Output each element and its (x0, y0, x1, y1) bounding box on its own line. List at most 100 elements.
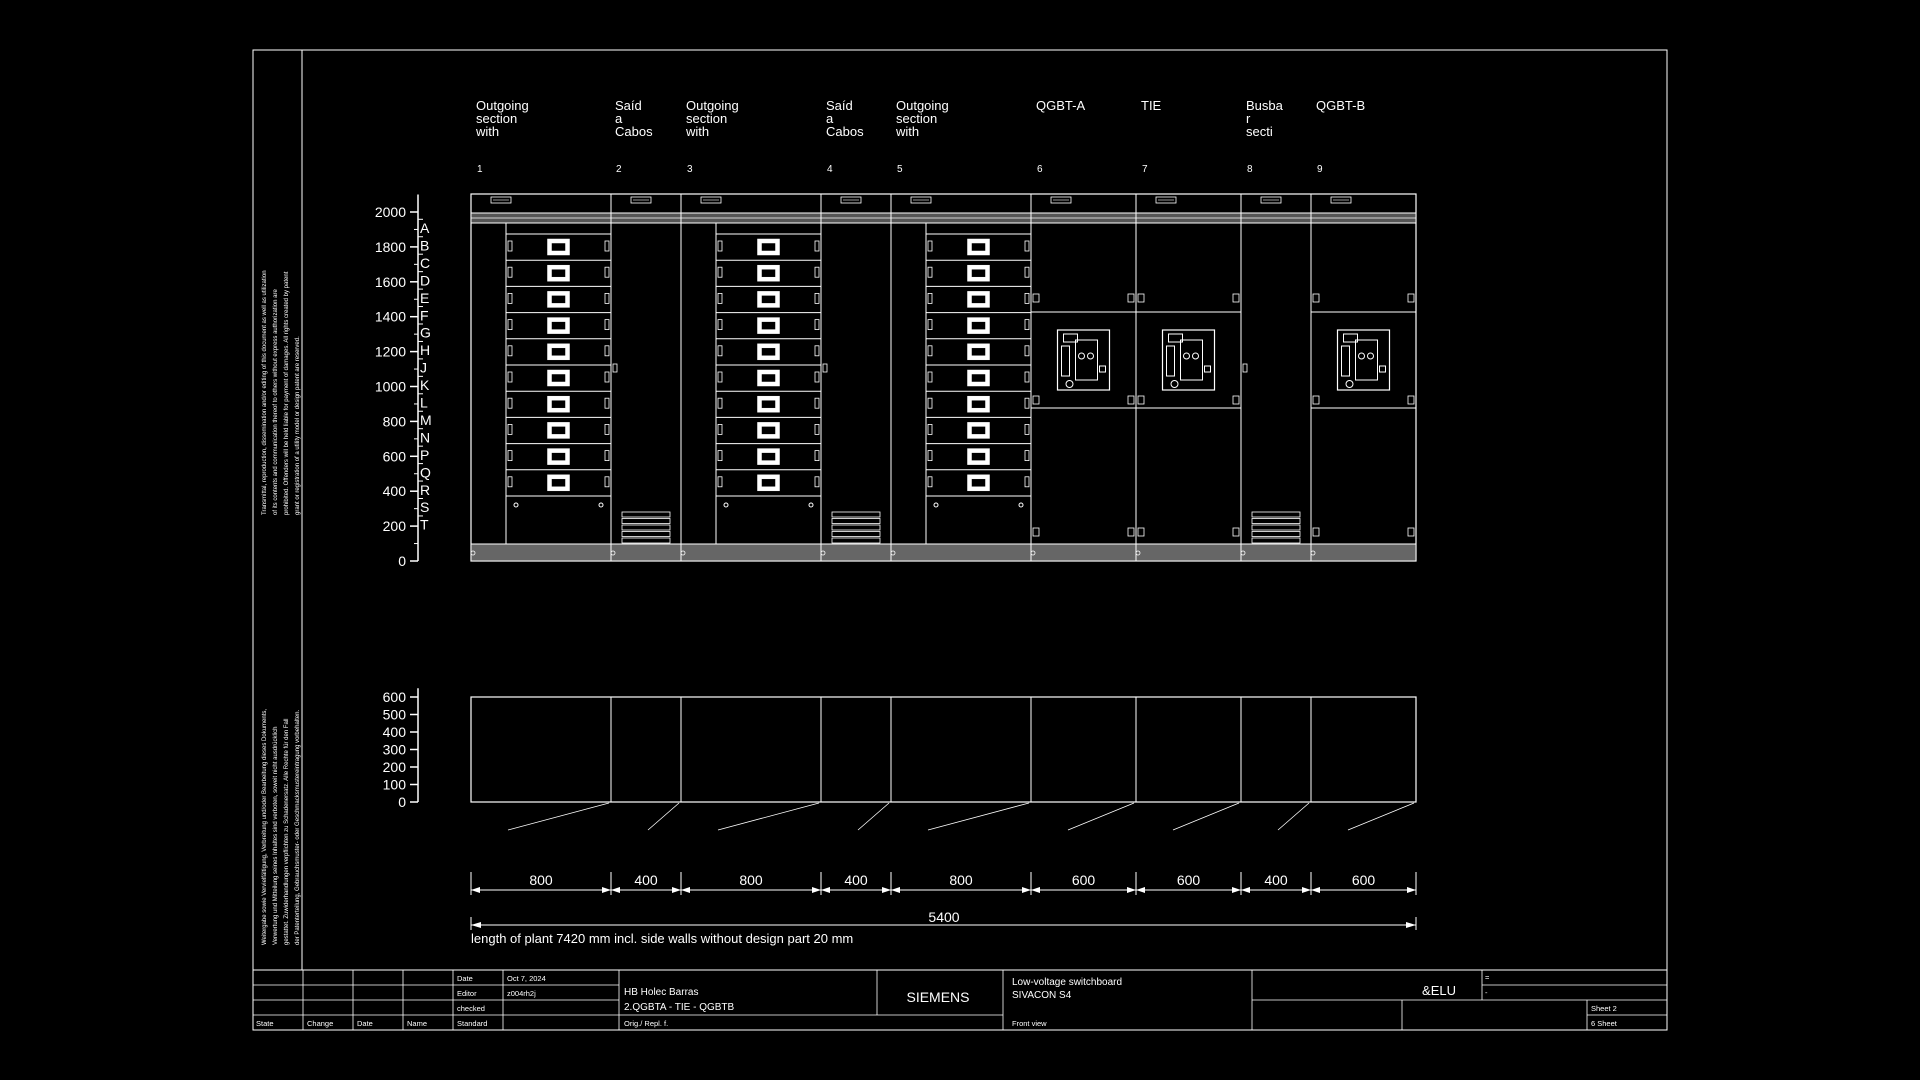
section-width: 800 (739, 872, 763, 888)
tb-product-line2: SIVACON S4 (1012, 990, 1072, 1001)
row-letter: L (420, 395, 428, 411)
drawer-module-face (761, 242, 776, 252)
row-letter: T (420, 517, 429, 533)
front-axis-label: 800 (383, 413, 407, 429)
depth-axis-label: 100 (383, 777, 407, 793)
front-axis-label: 2000 (375, 204, 406, 220)
tb-sheet: Sheet 2 (1591, 1004, 1617, 1013)
drawer-module-face (761, 478, 776, 488)
depth-axis-label: 600 (383, 689, 407, 705)
drawer-module-face (551, 347, 566, 357)
tb-date-value: Oct 7, 2024 (507, 974, 546, 983)
plinth (470, 543, 1417, 562)
depth-axis-label: 400 (383, 724, 407, 740)
front-axis-label: 600 (383, 448, 407, 464)
tb-standard-label: Standard (457, 1019, 487, 1028)
section-width: 400 (844, 872, 868, 888)
row-letter: F (420, 307, 429, 323)
tb-code: &ELU (1422, 983, 1456, 998)
section-title: with (685, 124, 709, 139)
drawer-module-face (761, 295, 776, 304)
row-letter: R (420, 482, 430, 498)
tb-sheets: 6 Sheet (1591, 1019, 1618, 1028)
row-letter: C (420, 255, 430, 271)
drawer-module-face (971, 373, 986, 383)
section-number: 2 (616, 164, 622, 175)
legal-bottom-line: der Patenterteilung, Gebrauchsmuster- od… (295, 710, 301, 945)
tb-date-col: Date (357, 1019, 373, 1028)
depth-axis-label: 200 (383, 759, 407, 775)
row-letter: N (420, 429, 430, 445)
section-title: secti (1246, 124, 1273, 139)
drawer-module-face (761, 321, 776, 330)
drawer-module-face (971, 242, 986, 252)
section-number: 9 (1317, 164, 1323, 175)
drawer-module-face (551, 452, 566, 461)
section-number: 8 (1247, 164, 1253, 175)
tb-eq1: = (1485, 973, 1490, 982)
drawer-module-face (971, 295, 986, 304)
section-title: TIE (1141, 98, 1162, 113)
front-axis-label: 0 (398, 553, 406, 569)
legal-top-line: grant or registration of a utility model… (295, 336, 301, 515)
section-width: 600 (1352, 872, 1376, 888)
plant-note: length of plant 7420 mm incl. side walls… (471, 931, 853, 946)
legal-bottom-line: gestattet. Zuwiderhandlungen verpflichte… (284, 719, 290, 945)
depth-axis-label: 500 (383, 707, 407, 723)
section-width: 400 (634, 872, 658, 888)
drawer-module-face (761, 426, 776, 435)
section-title: QGBT-B (1316, 98, 1365, 113)
legal-top-line: prohibited. Offenders will be held liabl… (284, 271, 290, 515)
row-letter: K (420, 377, 430, 393)
legal-top-line: of its contents and communication thereo… (273, 289, 279, 515)
section-title: QGBT-A (1036, 98, 1085, 113)
total-length: 5400 (928, 909, 959, 925)
tb-editor-label: Editor (457, 989, 477, 998)
drawer-module-face (551, 242, 566, 252)
row-letter: D (420, 272, 430, 288)
section-number: 3 (687, 164, 693, 175)
tb-name: Name (407, 1019, 427, 1028)
tb-product-line1: Low-voltage switchboard (1012, 977, 1122, 988)
front-axis-label: 200 (383, 518, 407, 534)
section-title: Busba (1246, 98, 1284, 113)
row-letter: G (420, 325, 431, 341)
depth-axis-label: 0 (398, 794, 406, 810)
section-title: with (895, 124, 919, 139)
tb-project-line2: 2.QGBTA - TIE - QGBTB (624, 1002, 735, 1013)
section-number: 5 (897, 164, 903, 175)
front-axis-label: 1200 (375, 344, 406, 360)
section-number: 6 (1037, 164, 1043, 175)
row-letter: J (420, 360, 427, 376)
drawer-module-face (971, 478, 986, 488)
drawer-module-face (551, 399, 566, 409)
brand-logo-text: SIEMENS (906, 989, 969, 1005)
legal-top-line: Transmittal, reproduction, dissemination… (262, 270, 268, 515)
section-width: 800 (949, 872, 973, 888)
drawer-module-face (971, 268, 986, 278)
row-letter: A (420, 220, 430, 236)
row-letter: E (420, 290, 429, 306)
drawer-module-face (971, 399, 986, 409)
legal-bottom-line: Weitergabe sowie Vervielfältigung, Verbr… (262, 709, 268, 945)
row-letter: M (420, 412, 432, 428)
tb-editor-value: z004rh2j (507, 989, 536, 998)
row-letter: S (420, 499, 429, 515)
row-letter: P (420, 447, 429, 463)
tb-state: State (256, 1019, 274, 1028)
section-number: 1 (477, 164, 483, 175)
tb-checked-label: checked (457, 1004, 485, 1013)
drawer-module-face (971, 347, 986, 357)
section-title: Cabos (615, 124, 653, 139)
tb-date-label: Date (457, 974, 473, 983)
section-title: Cabos (826, 124, 864, 139)
drawer-module-face (551, 268, 566, 278)
drawer-module-face (761, 268, 776, 278)
switchboard-drawing: Transmittal, reproduction, dissemination… (0, 0, 1920, 1080)
section-width: 600 (1177, 872, 1201, 888)
tb-change: Change (307, 1019, 333, 1028)
drawer-module-face (761, 452, 776, 461)
row-letter: Q (420, 464, 431, 480)
drawer-module-face (761, 373, 776, 383)
section-width: 800 (529, 872, 553, 888)
